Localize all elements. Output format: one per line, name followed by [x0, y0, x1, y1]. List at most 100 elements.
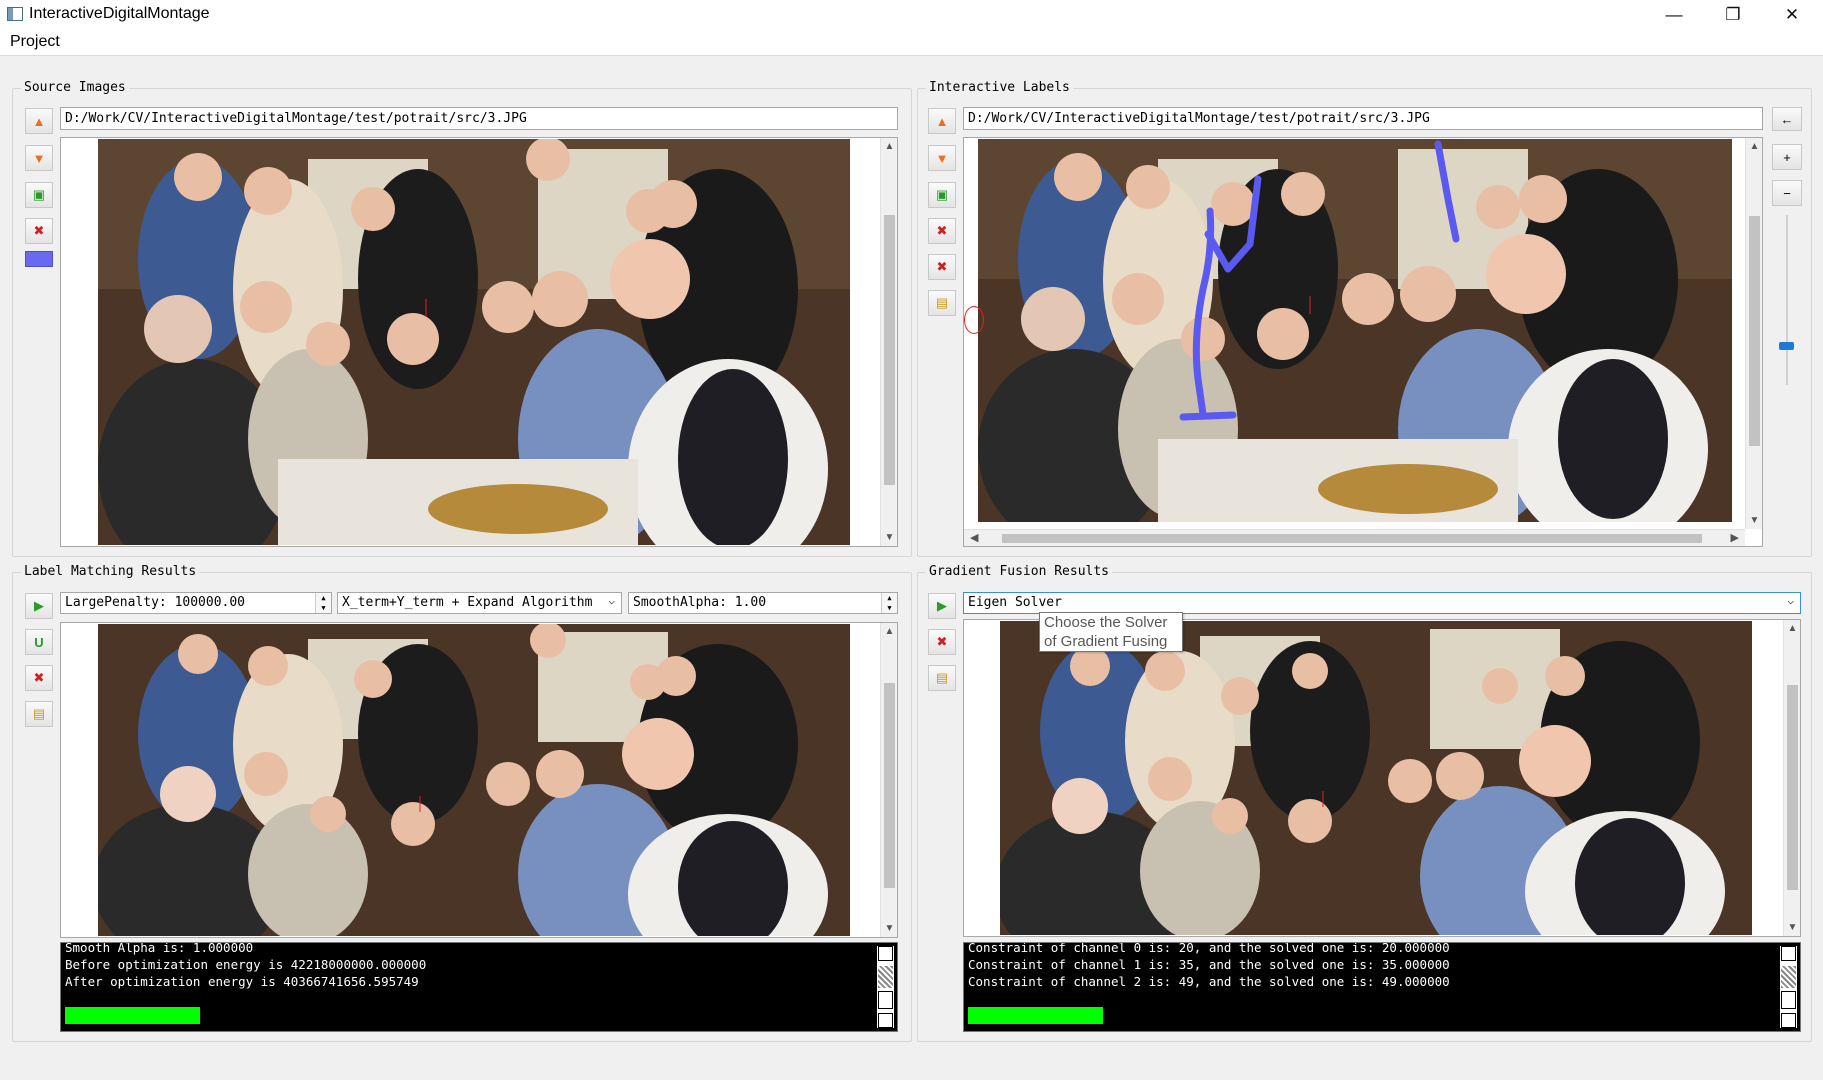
spin-arrows-icon[interactable]: ▲ ▼	[881, 593, 897, 613]
solver-combobox[interactable]: Eigen Solver ⌵	[963, 592, 1801, 614]
fusion-console: Constraint of channel 0 is: 20, and the …	[963, 942, 1801, 1032]
minimize-button[interactable]: —	[1646, 0, 1702, 30]
large-penalty-spinbox[interactable]: LargePenalty: 100000.00 ▲ ▼	[60, 592, 332, 614]
remove-image-button[interactable]: ✖	[928, 218, 956, 244]
scroll-right-icon[interactable]: ▶	[1731, 531, 1739, 544]
console-line: Smooth Alpha is: 1.000000	[65, 942, 254, 955]
console-line: Before optimization energy is 4221800000…	[65, 957, 427, 972]
clear-matching-button[interactable]: ✖	[25, 665, 53, 691]
scroll-up-icon[interactable]: ▲	[1784, 620, 1800, 637]
scroll-down-icon[interactable]: ▼	[881, 920, 897, 937]
label-icon: U	[34, 634, 44, 650]
save-matching-button[interactable]: ▤	[25, 701, 53, 727]
remove-icon: ✖	[936, 223, 948, 238]
labels-view-vscrollbar[interactable]: ▲ ▼	[1745, 138, 1762, 529]
source-image-view[interactable]: ▲ ▼	[60, 137, 898, 547]
scroll-up-icon[interactable]: ▲	[878, 946, 893, 961]
move-up-button[interactable]: ▲	[25, 108, 53, 134]
remove-icon: ✖	[33, 670, 45, 685]
scroll-down-icon[interactable]: ▼	[1781, 1013, 1796, 1028]
clear-fusion-button[interactable]: ✖	[928, 629, 956, 655]
zoom-slider-track[interactable]	[1786, 215, 1788, 385]
save-labels-button[interactable]: ▤	[928, 290, 956, 316]
large-penalty-value: LargePenalty: 100000.00	[65, 595, 246, 610]
labels-image-view[interactable]: ▲ ▼ ◀ ▶	[963, 137, 1763, 547]
menu-project[interactable]: Project	[10, 33, 60, 51]
move-down-button[interactable]: ▼	[928, 145, 956, 171]
tooltip-line: Choose the Solver	[1044, 614, 1168, 631]
label-matching-title: Label Matching Results	[21, 564, 200, 579]
scroll-thumb[interactable]	[1749, 216, 1760, 446]
source-path-field[interactable]: D:/Work/CV/InteractiveDigitalMontage/tes…	[60, 107, 898, 130]
scroll-thumb[interactable]	[1781, 991, 1796, 1009]
zoom-out-button[interactable]: −	[1772, 180, 1802, 206]
scroll-down-icon[interactable]: ▼	[1746, 512, 1762, 529]
fusion-image-view[interactable]: ▲ ▼	[963, 619, 1801, 937]
spin-arrows-icon[interactable]: ▲ ▼	[315, 593, 331, 613]
labels-photo	[978, 139, 1732, 522]
scroll-thumb[interactable]	[884, 683, 895, 888]
save-icon: ▤	[935, 670, 949, 685]
smooth-alpha-spinbox[interactable]: SmoothAlpha: 1.00 ▲ ▼	[628, 592, 898, 614]
scroll-up-icon[interactable]: ▲	[1746, 138, 1762, 155]
scroll-left-icon[interactable]: ◀	[970, 531, 978, 544]
clear-strokes-button[interactable]: ✖	[928, 254, 956, 280]
scroll-up-icon[interactable]: ▲	[881, 623, 897, 640]
gradient-fusion-title: Gradient Fusion Results	[926, 564, 1113, 579]
solver-tooltip: Choose the Solver of Gradient Fusing	[1039, 612, 1183, 652]
scroll-track[interactable]	[878, 966, 893, 988]
matching-image-view[interactable]: ▲ ▼	[60, 622, 898, 938]
save-fusion-button[interactable]: ▤	[928, 665, 956, 691]
scroll-up-icon[interactable]: ▲	[881, 138, 897, 155]
triangle-up-icon: ▲	[32, 113, 46, 129]
scroll-up-icon[interactable]: ▲	[1781, 946, 1796, 961]
triangle-down-icon: ▼	[32, 150, 46, 166]
chevron-down-icon: ⌵	[1787, 594, 1794, 607]
app-icon	[7, 7, 23, 21]
back-button[interactable]: ←	[1772, 107, 1802, 131]
status-message: Save Image Success	[968, 1007, 1104, 1024]
maximize-button[interactable]: ❐	[1705, 0, 1761, 30]
run-fusion-button[interactable]: ▶	[928, 593, 956, 619]
add-image-button[interactable]: ▣	[928, 182, 956, 208]
triangle-down-icon: ▼	[935, 150, 949, 166]
console-line: Constraint of channel 1 is: 35, and the …	[968, 957, 1450, 972]
label-color-swatch[interactable]	[25, 251, 53, 267]
show-labels-button[interactable]: U	[25, 629, 53, 655]
window-title: InteractiveDigitalMontage	[29, 5, 210, 22]
algorithm-combobox[interactable]: X_term+Y_term + Expand Algorithm ⌵	[337, 592, 622, 614]
scroll-down-icon[interactable]: ▼	[878, 1013, 893, 1028]
scroll-down-icon[interactable]: ▼	[881, 529, 897, 546]
scroll-down-icon[interactable]: ▼	[1784, 919, 1800, 936]
matching-view-scrollbar[interactable]: ▲ ▼	[880, 623, 897, 937]
zoom-in-button[interactable]: +	[1772, 144, 1802, 170]
scroll-thumb[interactable]	[878, 991, 893, 1009]
move-up-button[interactable]: ▲	[928, 108, 956, 134]
remove-image-button[interactable]: ✖	[25, 218, 53, 244]
scroll-track[interactable]	[1781, 966, 1796, 988]
chevron-down-icon: ⌵	[608, 594, 615, 607]
source-view-scrollbar[interactable]: ▲ ▼	[880, 138, 897, 546]
run-matching-button[interactable]: ▶	[25, 593, 53, 619]
console-line: Constraint of channel 2 is: 49, and the …	[968, 974, 1450, 989]
scroll-thumb[interactable]	[884, 215, 895, 485]
fusion-view-scrollbar[interactable]: ▲ ▼	[1783, 620, 1800, 936]
algorithm-value: X_term+Y_term + Expand Algorithm	[342, 595, 593, 610]
add-image-icon: ▣	[935, 187, 949, 202]
play-icon: ▶	[937, 598, 947, 613]
console-scrollbar[interactable]: ▲ ▼	[877, 946, 894, 1028]
save-icon: ▤	[32, 706, 46, 721]
scroll-thumb[interactable]	[1787, 685, 1798, 890]
console-scrollbar[interactable]: ▲ ▼	[1780, 946, 1797, 1028]
move-down-button[interactable]: ▼	[25, 145, 53, 171]
zoom-slider-handle[interactable]	[1779, 342, 1794, 350]
interactive-labels-title: Interactive Labels	[926, 80, 1073, 95]
labels-path-field[interactable]: D:/Work/CV/InteractiveDigitalMontage/tes…	[963, 107, 1763, 130]
labels-view-hscrollbar[interactable]: ◀ ▶	[964, 529, 1745, 546]
scroll-thumb[interactable]	[1002, 534, 1702, 543]
add-image-button[interactable]: ▣	[25, 182, 53, 208]
matching-console: Smooth Alpha is: 1.000000 Before optimiz…	[60, 942, 898, 1032]
close-button[interactable]: ✕	[1764, 0, 1820, 30]
